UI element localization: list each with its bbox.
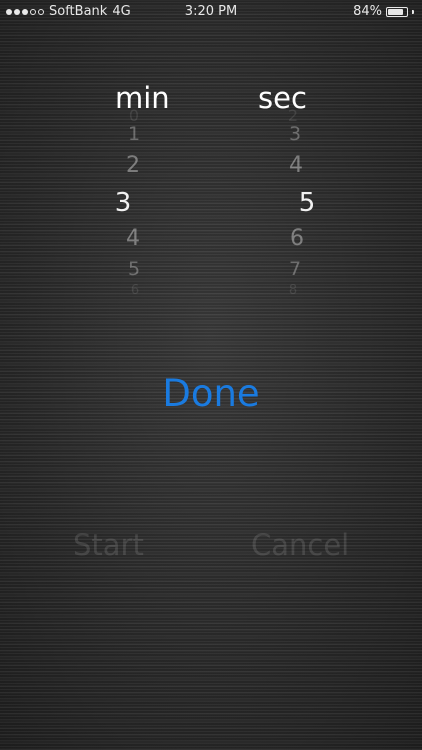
cancel-button[interactable]: Cancel [251, 528, 349, 562]
status-bar: SoftBank 4G 3:20 PM 84% [0, 0, 422, 24]
minutes-option[interactable]: 1 [128, 125, 140, 144]
battery-icon [386, 6, 408, 17]
seconds-option[interactable]: 2 [288, 108, 298, 124]
minutes-option[interactable]: 0 [129, 108, 139, 124]
done-button[interactable]: Done [0, 372, 422, 415]
minutes-label: min [115, 81, 170, 115]
minutes-option[interactable]: 5 [128, 260, 140, 279]
seconds-option[interactable]: 7 [289, 260, 301, 279]
seconds-option[interactable]: 8 [289, 284, 297, 297]
battery-fill [388, 8, 404, 15]
seconds-option[interactable]: 6 [290, 228, 304, 250]
minutes-option[interactable]: 2 [126, 155, 140, 177]
minutes-option[interactable]: 6 [131, 284, 139, 297]
minutes-selected[interactable]: 3 [115, 190, 132, 216]
battery-percent: 84% [353, 4, 382, 19]
seconds-selected[interactable]: 5 [299, 190, 316, 216]
seconds-option[interactable]: 3 [289, 125, 301, 144]
start-button[interactable]: Start [73, 528, 144, 562]
battery-tip [412, 9, 414, 14]
seconds-option[interactable]: 4 [289, 155, 303, 177]
status-right: 84% [353, 4, 414, 19]
seconds-label: sec [258, 81, 307, 115]
minutes-option[interactable]: 4 [126, 228, 140, 250]
